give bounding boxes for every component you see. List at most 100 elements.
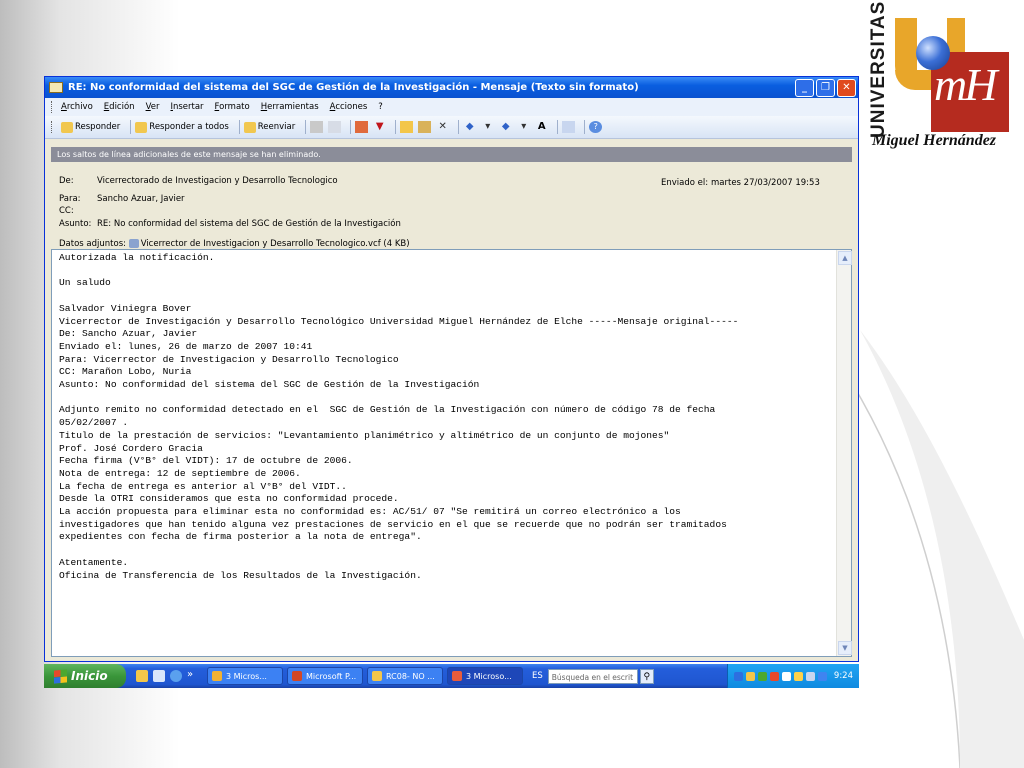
task-button[interactable]: Microsoft P... [287,667,363,685]
task-button[interactable]: RC08- NO ... [367,667,443,685]
subject-row: Asunto: RE: No conformidad del sistema de… [59,219,401,229]
scroll-down-icon[interactable]: ▼ [838,641,852,655]
body-line [59,265,833,278]
body-line: Para: Vicerrector de Investigacion y Des… [59,353,399,365]
folder-icon[interactable] [400,121,414,133]
menu-help[interactable]: ? [378,102,383,112]
from-label: De: [59,176,74,186]
title-bar[interactable]: RE: No conformidad del sistema del SGC d… [45,77,858,98]
attachment-link[interactable]: Vicerrector de Investigacion y Desarroll… [141,239,410,249]
menu-archivo[interactable]: Archivo [61,102,93,112]
word-icon [452,671,462,681]
menu-acciones[interactable]: Acciones [330,102,368,112]
body-line: La fecha de entrega es anterior al V°B° … [59,480,347,492]
task-button[interactable]: 3 Micros... [207,667,283,685]
vertical-scrollbar[interactable]: ▲ ▼ [836,250,852,656]
body-line: Vicerrector de Investigación y Desarroll… [59,315,739,327]
start-button[interactable]: Inicio [44,664,126,688]
menu-grip[interactable] [51,101,55,113]
print-icon[interactable] [310,121,324,133]
message-body[interactable]: Autorizada la notificación. Un saludo Sa… [51,249,852,657]
forward-icon [243,121,256,133]
toolbar: Responder Responder a todos Reenviar ▼ ✕… [45,116,858,139]
toolbar-grip[interactable] [51,121,55,133]
delete-icon[interactable]: ✕ [436,121,449,133]
address-book-icon[interactable] [562,121,576,133]
help-icon[interactable]: ? [589,121,603,133]
reply-button[interactable]: Responder [61,121,120,133]
search-icon[interactable]: ⚲ [639,668,654,684]
toolbar-separator [584,120,586,134]
tray-icon[interactable] [793,671,803,681]
menu-herramientas[interactable]: Herramientas [261,102,319,112]
copy-icon[interactable] [328,121,342,133]
font-size-icon[interactable]: A [535,121,548,133]
categorize-icon[interactable] [355,121,369,133]
message-window: RE: No conformidad del sistema del SGC d… [44,76,859,662]
body-line: Titulo de la prestación de servicios: "L… [59,429,670,441]
menu-insertar[interactable]: Insertar [170,102,203,112]
body-line [59,290,833,303]
toolbar-separator [557,120,559,134]
vcard-icon [128,239,139,248]
body-line: Nota de entrega: 12 de septiembre de 200… [59,467,301,479]
windows-logo-icon [54,668,67,684]
clock[interactable]: 9:24 [834,671,853,681]
taskbar: Inicio » 3 Micros... Microsoft P... RC08… [44,664,859,688]
attachments-row: Datos adjuntos: Vicerrector de Investiga… [59,239,410,249]
system-tray: 9:24 [726,664,859,688]
message-body-text[interactable]: Autorizada la notificación. Un saludo Sa… [59,252,833,656]
from-value[interactable]: Vicerrectorado de Investigacion y Desarr… [97,176,338,186]
close-button[interactable]: ✕ [837,78,856,97]
menu-edicion[interactable]: Edición [104,102,135,112]
body-line [59,392,833,405]
body-line: Enviado el: lunes, 26 de marzo de 2007 1… [59,340,313,352]
browser-icon[interactable] [170,670,182,682]
to-row: Para: Sancho Azuar, Javier [59,194,185,204]
move-icon[interactable] [418,121,432,133]
menu-formato[interactable]: Formato [215,102,250,112]
maximize-button[interactable]: ❐ [816,78,835,97]
body-line: 05/02/2007 . [59,417,129,429]
toolbar-separator [305,120,307,134]
to-value[interactable]: Sancho Azuar, Javier [97,194,185,204]
minimize-button[interactable]: _ [795,78,814,97]
cc-label: CC: [59,206,74,216]
tray-icon[interactable] [781,671,791,681]
logo-vertical-text: UNIVERSITAS [868,0,889,138]
reply-all-button[interactable]: Responder a todos [135,121,229,133]
logo-mark-text: mH [934,59,997,110]
desktop-icon[interactable] [153,670,165,682]
envelope-icon [49,82,63,93]
language-indicator[interactable]: ES [532,671,543,681]
task-button[interactable]: 3 Microso... [447,667,523,685]
university-logo: UNIVERSITAS mH Miguel Hernández [868,0,1018,157]
next-item-icon[interactable]: ◆ [499,121,512,133]
chevron-down-icon[interactable]: ▾ [517,121,530,133]
to-label: Para: [59,194,81,204]
tray-icon[interactable] [769,671,779,681]
logo-university-name: Miguel Hernández [872,132,997,149]
tray-icon[interactable] [805,671,815,681]
body-line: Desde la OTRI consideramos que esta no c… [59,493,399,505]
previous-item-icon[interactable]: ◆ [463,121,476,133]
task-label: RC08- NO ... [386,671,435,681]
body-line: Fecha firma (V°B° del VIDT): 17 de octub… [59,455,353,467]
menu-ver[interactable]: Ver [146,102,160,112]
forward-button[interactable]: Reenviar [243,121,295,133]
desktop-search-input[interactable]: Búsqueda en el escrit [547,668,638,684]
scroll-up-icon[interactable]: ▲ [838,251,852,265]
tray-icon[interactable] [733,671,743,681]
body-line: Un saludo [59,277,111,289]
body-line: CC: Marañon Lobo, Nuria [59,366,192,378]
quick-launch-chevron[interactable]: » [187,670,199,682]
window-controls: _ ❐ ✕ [795,78,856,97]
chevron-down-icon[interactable]: ▾ [481,121,494,133]
outlook-icon[interactable] [136,670,148,682]
tray-icon[interactable] [757,671,767,681]
subject-value: RE: No conformidad del sistema del SGC d… [97,219,401,229]
tray-icon[interactable] [817,671,827,681]
body-line [59,544,833,557]
tray-icon[interactable] [745,671,755,681]
flag-icon[interactable]: ▼ [373,121,386,133]
